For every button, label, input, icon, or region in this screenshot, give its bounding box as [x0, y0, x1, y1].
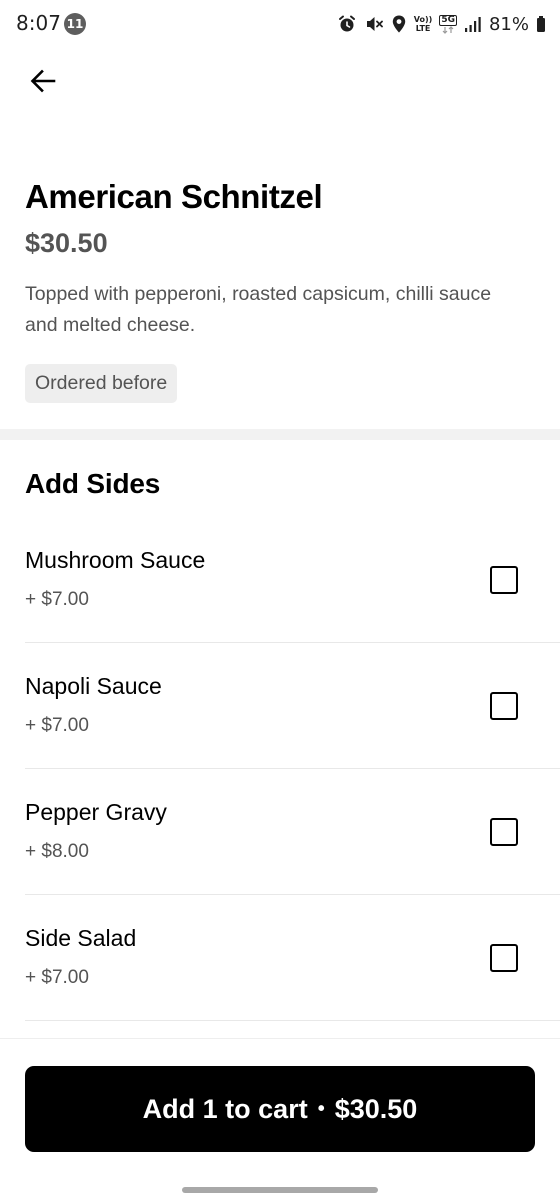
bottom-action-bar: Add 1 to cart • $30.50 — [0, 1038, 560, 1201]
add-sides-heading: Add Sides — [25, 468, 161, 499]
section-divider — [0, 429, 560, 440]
option-price: + $8.00 — [25, 841, 89, 862]
item-title: American Schnitzel — [25, 178, 323, 215]
item-description: Topped with pepperoni, roasted capsicum,… — [25, 283, 492, 336]
sides-options-list: Mushroom Sauce + $7.00 Napoli Sauce + $7… — [0, 517, 560, 1021]
status-time: 8:07 — [16, 11, 61, 35]
side-option-napoli-sauce[interactable]: Napoli Sauce + $7.00 — [0, 643, 560, 769]
add-to-cart-label: Add 1 to cart — [142, 1093, 308, 1124]
battery-icon — [536, 15, 546, 33]
option-name: Pepper Gravy — [25, 799, 167, 825]
option-checkbox[interactable] — [490, 566, 518, 594]
status-bar: 8:07 11 Vo)) LTE 5G 81% — [0, 0, 560, 48]
item-price: $30.50 — [25, 228, 108, 258]
mute-icon — [364, 14, 384, 34]
option-name: Side Salad — [25, 925, 137, 951]
notification-count-badge: 11 — [64, 13, 86, 35]
cart-total: $30.50 — [334, 1093, 418, 1124]
ordered-before-badge: Ordered before — [25, 364, 178, 403]
volte-indicator: Vo)) LTE — [413, 15, 433, 33]
location-icon — [391, 14, 407, 34]
side-option-side-salad[interactable]: Side Salad + $7.00 — [0, 895, 560, 1021]
option-checkbox[interactable] — [490, 692, 518, 720]
option-name: Napoli Sauce — [25, 673, 162, 699]
option-price: + $7.00 — [25, 967, 89, 988]
alarm-icon — [337, 14, 357, 34]
back-button[interactable] — [22, 62, 64, 104]
separator-dot: • — [317, 1097, 325, 1120]
add-to-cart-button[interactable]: Add 1 to cart • $30.50 — [25, 1066, 535, 1152]
option-checkbox[interactable] — [490, 944, 518, 972]
side-option-mushroom-sauce[interactable]: Mushroom Sauce + $7.00 — [0, 517, 560, 643]
home-indicator[interactable] — [182, 1187, 378, 1193]
signal-icon — [464, 15, 482, 33]
arrow-left-icon — [29, 67, 57, 100]
side-option-pepper-gravy[interactable]: Pepper Gravy + $8.00 — [0, 769, 560, 895]
option-price: + $7.00 — [25, 589, 89, 610]
option-name: Mushroom Sauce — [25, 547, 206, 573]
option-price: + $7.00 — [25, 715, 89, 736]
network-type-indicator: 5G — [439, 14, 457, 34]
battery-percentage: 81% — [488, 13, 529, 35]
option-checkbox[interactable] — [490, 818, 518, 846]
status-icons: Vo)) LTE 5G 81% — [337, 12, 546, 36]
